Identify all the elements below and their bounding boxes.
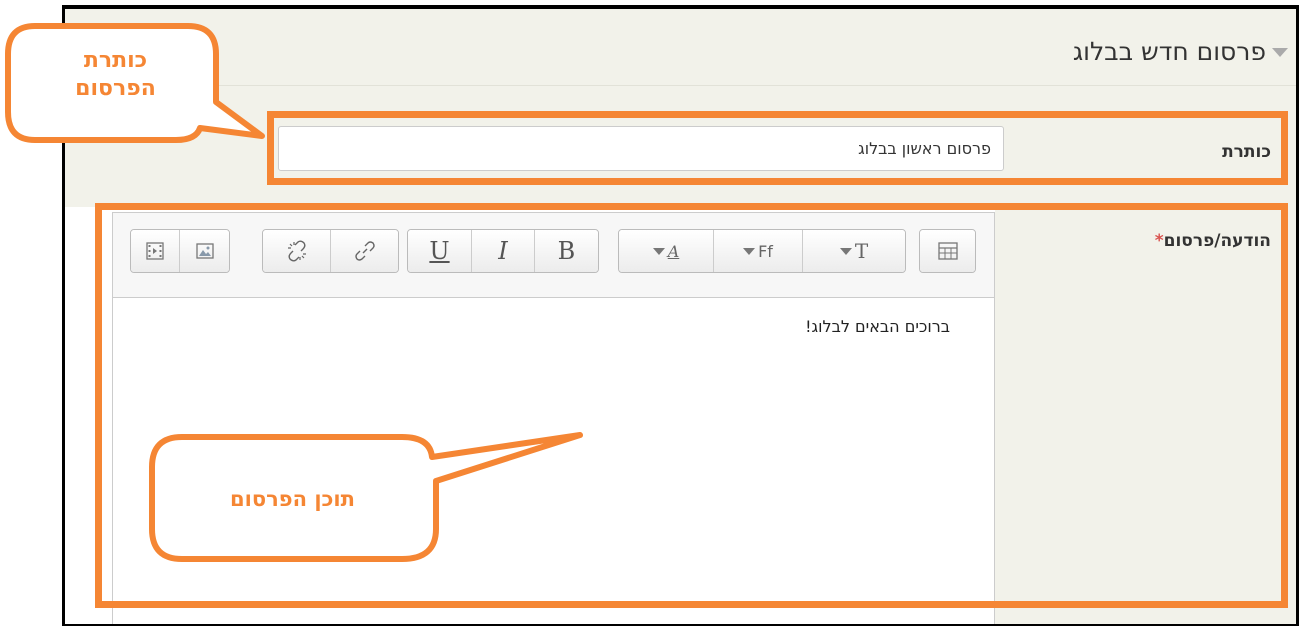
title-callout-line1: כותרת [83, 48, 148, 73]
title-callout-text: כותרת הפרסום [18, 47, 213, 103]
title-highlight-box [267, 111, 1288, 185]
content-callout-text: תוכן הפרסום [230, 487, 355, 511]
section-title: פרסום חדש בבלוג [1072, 37, 1266, 66]
title-callout-line2: הפרסום [75, 76, 156, 101]
collapse-caret-icon[interactable] [1272, 48, 1288, 57]
